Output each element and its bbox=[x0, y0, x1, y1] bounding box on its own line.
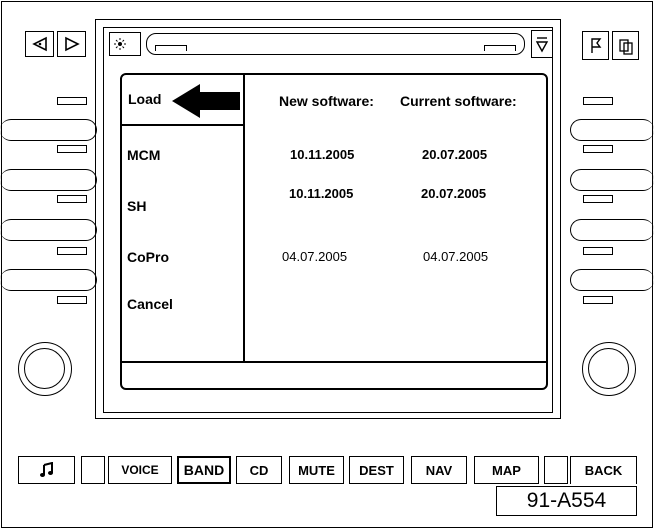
left-softkey-4[interactable] bbox=[0, 269, 97, 291]
left-softkey-led-2 bbox=[57, 145, 87, 153]
back-button[interactable]: BACK bbox=[570, 456, 637, 484]
display-screen bbox=[120, 73, 548, 390]
figure-code-label: 91-A554 bbox=[496, 486, 637, 516]
right-softkey-led-1 bbox=[583, 97, 613, 105]
blank-button[interactable] bbox=[81, 456, 105, 484]
mute-button[interactable]: MUTE bbox=[289, 456, 344, 484]
sh-current-version: 20.07.2005 bbox=[421, 186, 487, 201]
left-softkey-led-1 bbox=[57, 97, 87, 105]
right-tuning-knob[interactable] bbox=[582, 342, 636, 396]
blank-button-2[interactable] bbox=[544, 456, 568, 484]
left-softkey-led-3 bbox=[57, 195, 87, 203]
right-softkey-1[interactable] bbox=[570, 119, 654, 141]
left-softkey-led-4 bbox=[57, 247, 87, 255]
menu-item-load[interactable]: Load bbox=[128, 91, 161, 107]
current-software-header: Current software: bbox=[400, 93, 517, 109]
menu-item-cancel[interactable]: Cancel bbox=[127, 296, 173, 312]
sh-new-version: 10.11.2005 bbox=[289, 186, 354, 201]
day-night-button[interactable] bbox=[109, 32, 141, 56]
mcm-current-version: 20.07.2005 bbox=[422, 147, 488, 162]
status-divider bbox=[121, 361, 547, 363]
flag-button[interactable] bbox=[582, 31, 609, 60]
right-softkey-led-3 bbox=[583, 195, 613, 203]
left-softkey-led-5 bbox=[57, 296, 87, 304]
menu-divider bbox=[243, 74, 245, 362]
voice-button[interactable]: VOICE bbox=[108, 456, 172, 484]
right-softkey-led-4 bbox=[583, 247, 613, 255]
cd-button[interactable]: CD bbox=[236, 456, 282, 484]
phone-button[interactable] bbox=[612, 31, 639, 60]
phone-book-icon bbox=[618, 38, 633, 55]
right-softkey-led-5 bbox=[583, 296, 613, 304]
right-softkey-2[interactable] bbox=[570, 169, 654, 191]
left-softkey-3[interactable] bbox=[0, 219, 97, 241]
copro-new-version: 04.07.2005 bbox=[282, 249, 348, 264]
load-divider bbox=[121, 124, 243, 126]
left-softkey-1[interactable] bbox=[0, 119, 97, 141]
music-note-icon bbox=[39, 462, 53, 477]
map-button[interactable]: MAP bbox=[474, 456, 539, 484]
previous-button[interactable] bbox=[25, 31, 54, 57]
menu-item-mcm[interactable]: MCM bbox=[127, 147, 160, 163]
dest-button[interactable]: DEST bbox=[349, 456, 404, 484]
band-button[interactable]: BAND bbox=[177, 456, 231, 484]
nav-button[interactable]: NAV bbox=[411, 456, 467, 484]
sun-moon-icon bbox=[114, 38, 134, 50]
copro-current-version: 04.07.2005 bbox=[423, 249, 489, 264]
menu-item-sh[interactable]: SH bbox=[127, 198, 146, 214]
cd-slot bbox=[146, 33, 525, 55]
new-software-header: New software: bbox=[279, 93, 374, 109]
mcm-new-version: 10.11.2005 bbox=[290, 147, 355, 162]
audio-button[interactable] bbox=[18, 456, 75, 484]
next-button[interactable] bbox=[57, 31, 86, 57]
left-volume-knob[interactable] bbox=[18, 342, 72, 396]
eject-button[interactable] bbox=[531, 30, 553, 58]
flag-icon bbox=[590, 37, 601, 53]
menu-item-copro[interactable]: CoPro bbox=[127, 249, 169, 265]
triangle-right-icon bbox=[64, 36, 80, 52]
arrow-left-icon bbox=[172, 84, 240, 118]
triangle-left-icon bbox=[31, 36, 47, 52]
right-softkey-led-2 bbox=[583, 145, 613, 153]
eject-icon bbox=[535, 37, 549, 53]
right-softkey-3[interactable] bbox=[570, 219, 654, 241]
left-softkey-2[interactable] bbox=[0, 169, 97, 191]
right-softkey-4[interactable] bbox=[570, 269, 654, 291]
